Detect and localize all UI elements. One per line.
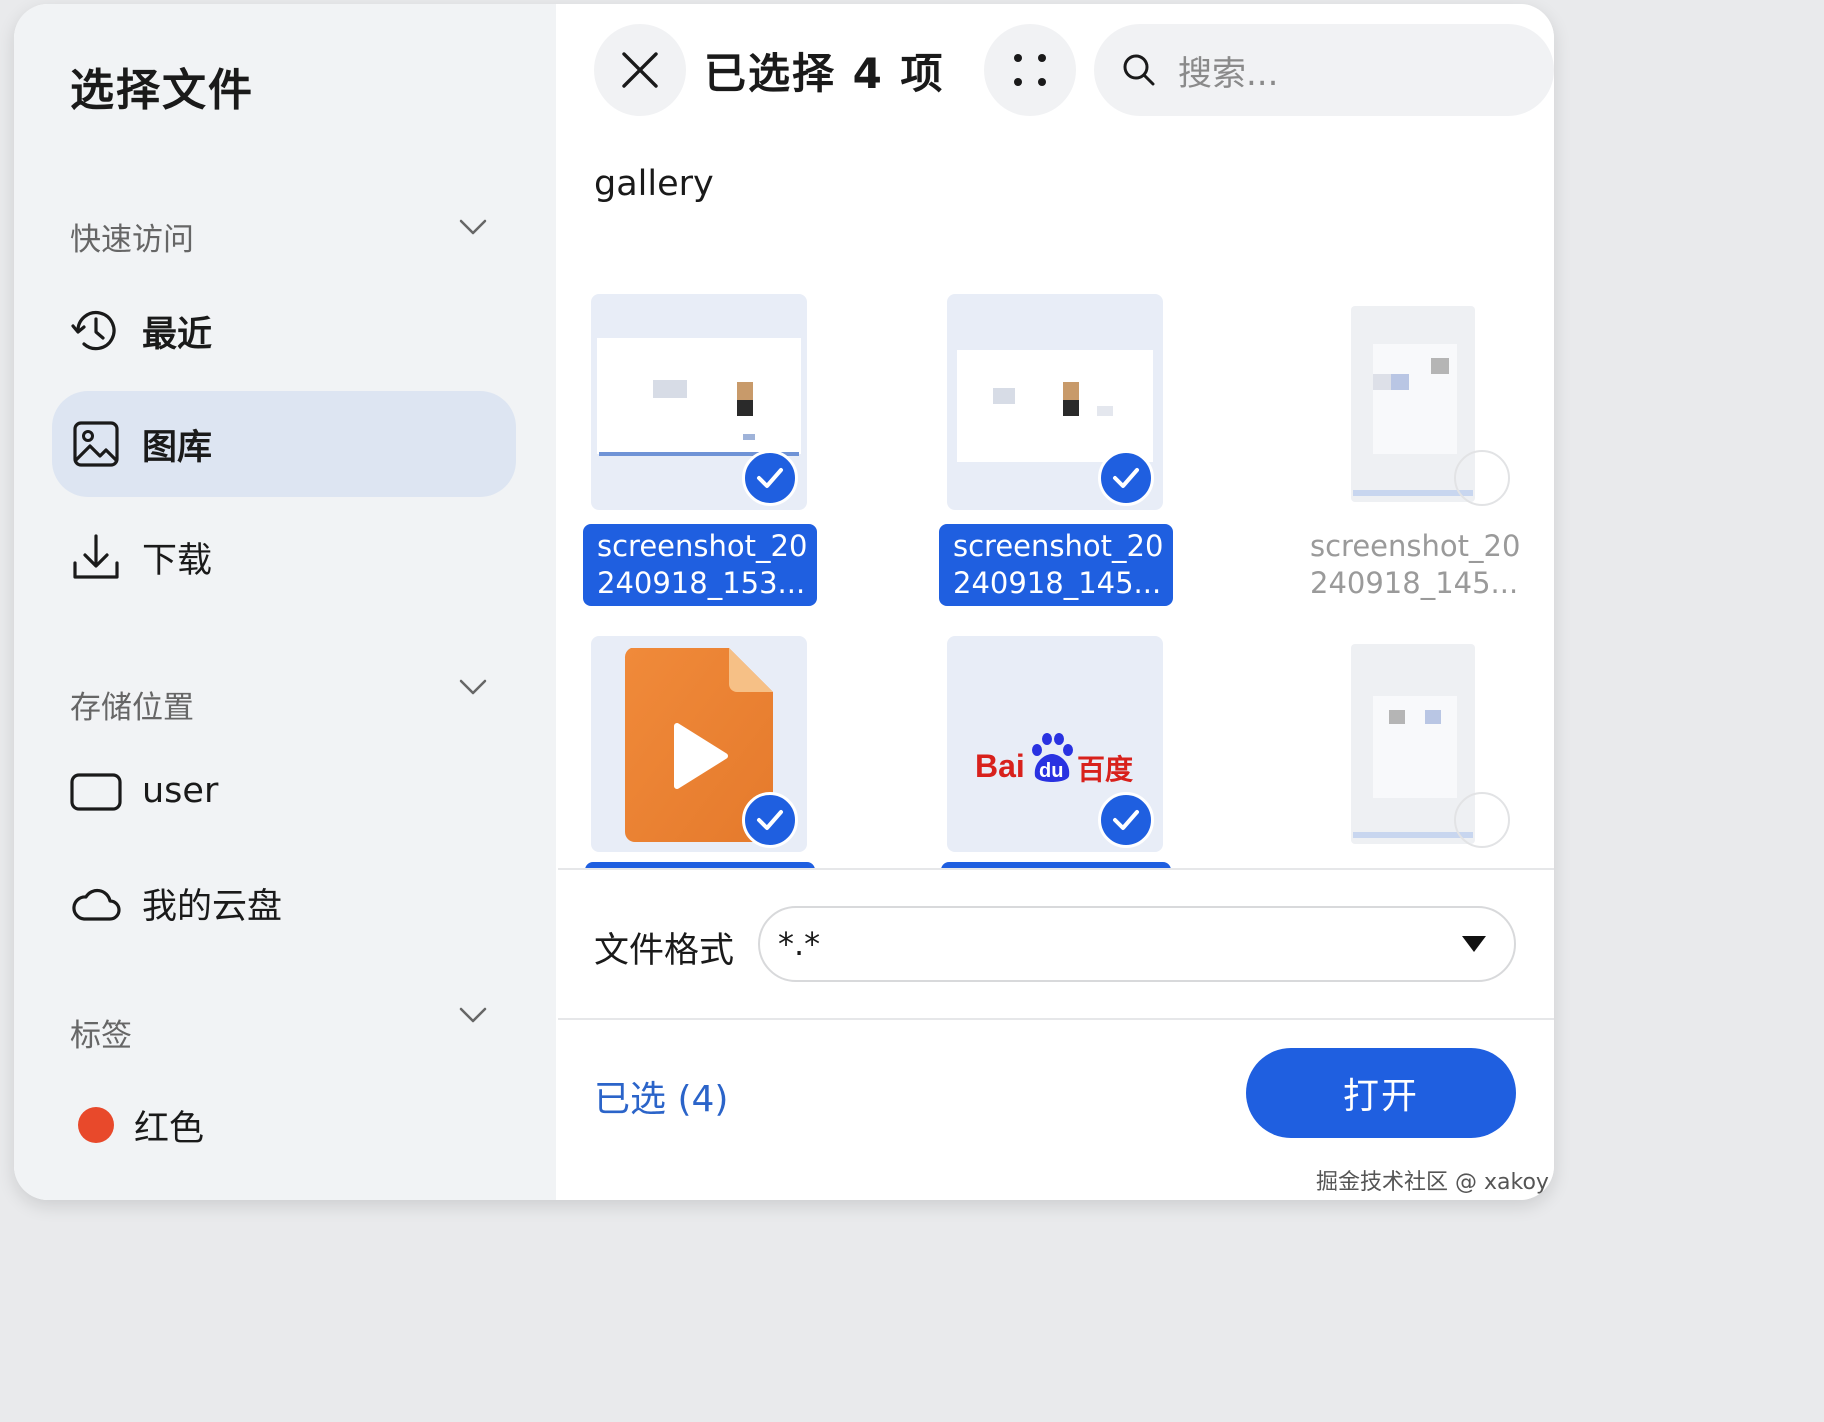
- search-placeholder: 搜索...: [1178, 53, 1279, 94]
- file-name-label[interactable]: screenshot_20 240918_145...: [1296, 524, 1530, 606]
- sidebar-item-gallery[interactable]: 图库: [52, 391, 516, 497]
- section-header-quick-access: 快速访问: [70, 222, 194, 258]
- clock-icon: [70, 305, 122, 357]
- chevron-down-icon[interactable]: [458, 1004, 488, 1026]
- download-icon: [70, 531, 122, 583]
- chevron-down-icon[interactable]: [458, 216, 488, 238]
- selected-checkmark-icon[interactable]: [742, 792, 798, 848]
- section-header-tags: 标签: [70, 1018, 132, 1054]
- baidu-logo: Bai du 百度: [975, 732, 1145, 792]
- close-icon: [622, 52, 658, 88]
- divider: [558, 868, 1554, 870]
- drive-icon: [70, 765, 122, 817]
- view-mode-button[interactable]: [984, 24, 1076, 116]
- selected-checkmark-icon[interactable]: [742, 450, 798, 506]
- file-grid: screenshot_20 240918_153... screenshot_20…: [558, 284, 1554, 868]
- cloud-icon: [70, 877, 122, 929]
- sidebar-item-recent[interactable]: 最近: [52, 278, 516, 384]
- unselected-checkbox-icon[interactable]: [1454, 792, 1510, 848]
- sidebar-item-tag-red[interactable]: 红色: [52, 1072, 516, 1178]
- watermark: 掘金技术社区 @ xakoy: [1316, 1170, 1549, 1195]
- sidebar-item-cloud[interactable]: 我的云盘: [52, 850, 516, 956]
- unselected-checkbox-icon[interactable]: [1454, 450, 1510, 506]
- file-format-label: 文件格式: [594, 931, 735, 971]
- close-selection-button[interactable]: [594, 24, 686, 116]
- section-header-storage: 存储位置: [70, 690, 194, 726]
- file-format-value: *.*: [778, 925, 821, 963]
- sidebar-item-downloads[interactable]: 下载: [52, 504, 516, 610]
- divider: [558, 1018, 1554, 1020]
- file-name-label[interactable]: screenshot_20 240918_153...: [583, 524, 817, 606]
- sidebar-item-label: 下载: [142, 540, 213, 581]
- tag-color-dot: [78, 1107, 114, 1143]
- sidebar-item-label: user: [142, 771, 219, 811]
- sidebar: 选择文件 快速访问 最近 图库 下载 存储位置 user 我的云盘 标签 红色: [14, 4, 556, 1200]
- sidebar-item-user-drive[interactable]: user: [52, 738, 516, 844]
- sidebar-item-label: 最近: [142, 314, 213, 355]
- file-picker-window: 选择文件 快速访问 最近 图库 下载 存储位置 user 我的云盘 标签 红色 …: [14, 4, 1554, 1200]
- sidebar-item-label: 图库: [142, 427, 213, 468]
- dropdown-caret-icon: [1462, 936, 1486, 952]
- search-field[interactable]: 搜索...: [1094, 24, 1554, 116]
- file-name-label[interactable]: screenshot_20 240918_145...: [939, 524, 1173, 606]
- chevron-down-icon[interactable]: [458, 676, 488, 698]
- sidebar-item-label: 我的云盘: [142, 886, 283, 927]
- grid-dots-icon: [1014, 54, 1046, 86]
- sidebar-item-label: 红色: [134, 1108, 205, 1149]
- file-format-select[interactable]: *.*: [758, 906, 1516, 982]
- open-button[interactable]: 打开: [1246, 1048, 1516, 1138]
- main-pane: 已选择 4 项 搜索... gallery screenshot_20 24091…: [558, 4, 1554, 1200]
- search-icon: [1123, 54, 1155, 86]
- image-icon: [70, 418, 122, 470]
- selected-checkmark-icon[interactable]: [1098, 450, 1154, 506]
- dialog-title: 选择文件: [70, 65, 254, 116]
- selected-checkmark-icon[interactable]: [1098, 792, 1154, 848]
- current-folder-name: gallery: [594, 164, 714, 204]
- selection-count-title: 已选择 4 项: [704, 49, 945, 98]
- selected-files-link[interactable]: 已选 (4): [594, 1070, 728, 1122]
